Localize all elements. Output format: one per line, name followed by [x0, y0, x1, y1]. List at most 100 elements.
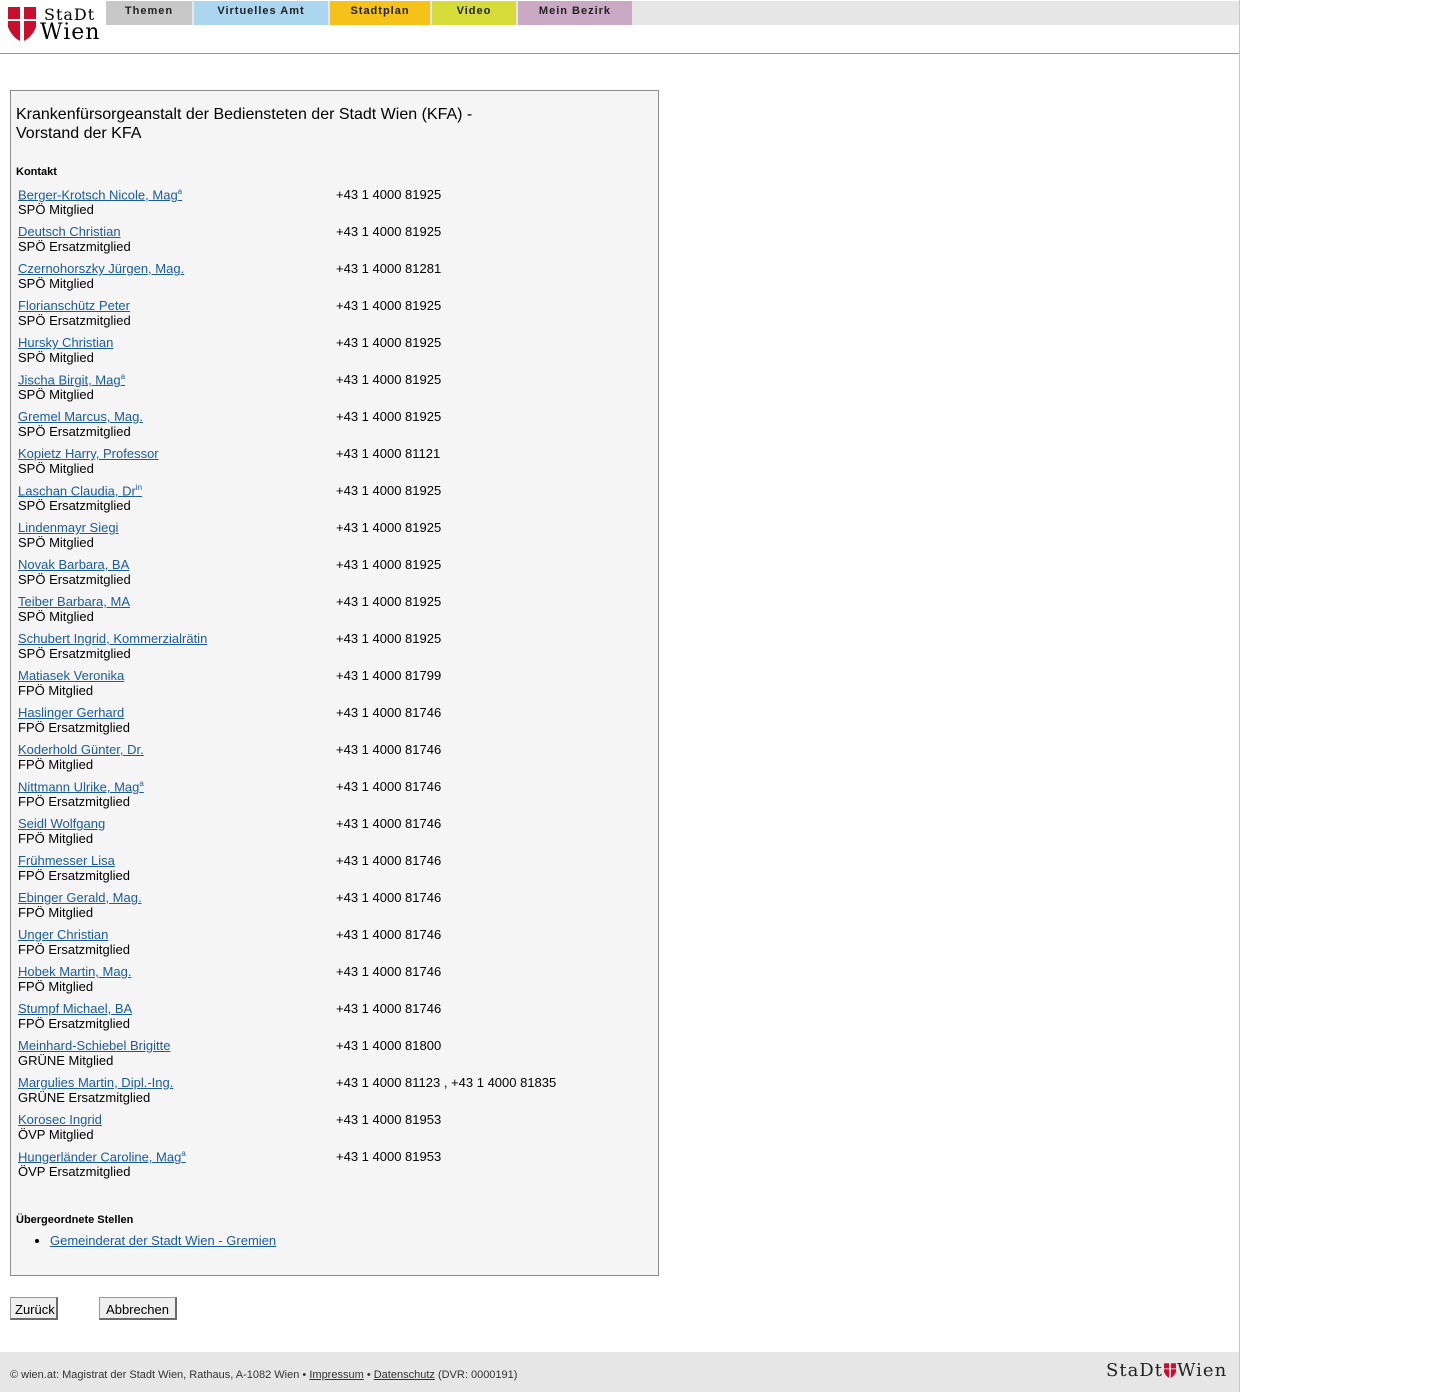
- wien-shield-icon: [8, 7, 36, 41]
- parent-units-list: Gemeinderat der Stadt Wien - Gremien: [50, 1233, 276, 1248]
- contact-name-link[interactable]: Unger Christian: [18, 927, 108, 942]
- contact-phone: +43 1 4000 81925: [336, 187, 442, 202]
- contact-name-text: Teiber Barbara, MA: [18, 594, 130, 609]
- nav-tab-stadtplan[interactable]: Stadtplan: [330, 1, 430, 25]
- contact-name-link[interactable]: Korosec Ingrid: [18, 1112, 102, 1127]
- contact-phone: +43 1 4000 81746: [336, 927, 442, 942]
- contact-name-link[interactable]: Hursky Christian: [18, 335, 113, 350]
- contact-row: Stumpf Michael, BA FPÖ Ersatzmitglied +43 …: [18, 1001, 648, 1038]
- footer-logo-wien: Wien: [1176, 1360, 1228, 1381]
- wien-shield-icon: [1163, 1363, 1176, 1378]
- contact-name-suffix: in: [135, 483, 143, 492]
- contact-row: Hungerländer Caroline, Maga ÖVP Ersatzmit…: [18, 1149, 648, 1186]
- contact-name-link[interactable]: Teiber Barbara, MA: [18, 594, 130, 609]
- nav-tab-mein-bezirk[interactable]: Mein Bezirk: [518, 1, 632, 25]
- contact-row: Koderhold Günter, Dr. FPÖ Mitglied +43 1 4…: [18, 742, 648, 779]
- contact-row: Haslinger Gerhard FPÖ Ersatzmitglied +43 1…: [18, 705, 648, 742]
- contact-row: Novak Barbara, BA SPÖ Ersatzmitglied +43 1…: [18, 557, 648, 594]
- contact-row: Frühmesser Lisa FPÖ Ersatzmitglied +43 1 4…: [18, 853, 648, 890]
- contact-name-text: Matiasek Veronika: [18, 668, 125, 683]
- nav-tab-video[interactable]: Video: [432, 1, 516, 25]
- footer-separator: •: [302, 1369, 307, 1381]
- nav-tab-virtuelles-amt[interactable]: Virtuelles Amt: [194, 1, 328, 25]
- contact-name-text: Ebinger Gerald, Mag.: [18, 890, 142, 905]
- contact-name-text: Stumpf Michael, BA: [18, 1001, 133, 1016]
- contact-role: GRÜNE Ersatzmitglied: [18, 1090, 151, 1105]
- contact-phone: +43 1 4000 81746: [336, 742, 442, 757]
- contact-name-text: Schubert Ingrid, Kommerzialrätin: [18, 631, 208, 646]
- contact-name-suffix: a: [139, 779, 144, 788]
- contact-phone: +43 1 4000 81925: [336, 409, 442, 424]
- contact-name-link[interactable]: Gremel Marcus, Mag.: [18, 409, 143, 424]
- contact-name-text: Meinhard-Schiebel Brigitte: [18, 1038, 171, 1053]
- contact-phone: +43 1 4000 81746: [336, 705, 442, 720]
- contact-name-suffix: a: [181, 1149, 186, 1158]
- contact-phone: +43 1 4000 81925: [336, 335, 442, 350]
- contact-name-link[interactable]: Meinhard-Schiebel Brigitte: [18, 1038, 170, 1053]
- contact-phone: +43 1 4000 81925: [336, 224, 442, 239]
- contact-phone: +43 1 4000 81953: [336, 1149, 442, 1164]
- contact-name-link[interactable]: Lindenmayr Siegi: [18, 520, 118, 535]
- contact-name-link[interactable]: Haslinger Gerhard: [18, 705, 124, 720]
- main-navigation: Themen Virtuelles Amt Stadtplan Video Mein B…: [106, 1, 1239, 25]
- contact-role: FPÖ Ersatzmitglied: [18, 1016, 130, 1031]
- footer-stadt-wien-logo[interactable]: StaDt Wien: [1106, 1360, 1227, 1384]
- footer-logo-stadt: StaDt: [1106, 1360, 1163, 1381]
- contact-name-link[interactable]: Seidl Wolfgang: [18, 816, 105, 831]
- contact-name-link[interactable]: Czernohorszky Jürgen, Mag.: [18, 261, 184, 276]
- contact-phone: +43 1 4000 81746: [336, 964, 442, 979]
- stadt-wien-logo[interactable]: StaDt Wien: [6, 3, 102, 47]
- datenschutz-link[interactable]: Datenschutz: [374, 1369, 435, 1381]
- contact-name-link[interactable]: Nittmann Ulrike, Maga: [18, 779, 144, 794]
- logo-wien-text: Wien: [40, 20, 101, 45]
- contact-name-text: Berger-Krotsch Nicole, Mag: [18, 187, 178, 203]
- impressum-link[interactable]: Impressum: [309, 1369, 363, 1381]
- contact-name-text: Gremel Marcus, Mag.: [18, 409, 143, 424]
- contact-row: Jischa Birgit, Maga SPÖ Mitglied +43 1 400…: [18, 372, 648, 409]
- contact-role: SPÖ Mitglied: [18, 461, 94, 476]
- contact-role: FPÖ Ersatzmitglied: [18, 868, 130, 883]
- contact-name-link[interactable]: Margulies Martin, Dipl.-Ing.: [18, 1075, 173, 1090]
- contact-phone: +43 1 4000 81800: [336, 1038, 442, 1053]
- contact-phone: +43 1 4000 81123 , +43 1 4000 81835: [336, 1075, 557, 1090]
- contact-role: SPÖ Mitglied: [18, 535, 94, 550]
- parent-unit-item: Gemeinderat der Stadt Wien - Gremien: [50, 1233, 276, 1248]
- contact-role: SPÖ Mitglied: [18, 202, 94, 217]
- contact-row: Seidl Wolfgang FPÖ Mitglied +43 1 4000 817…: [18, 816, 648, 853]
- contact-name-link[interactable]: Stumpf Michael, BA: [18, 1001, 132, 1016]
- contact-name-link[interactable]: Ebinger Gerald, Mag.: [18, 890, 142, 905]
- contact-role: FPÖ Mitglied: [18, 905, 94, 920]
- contact-name-link[interactable]: Schubert Ingrid, Kommerzialrätin: [18, 631, 207, 646]
- contact-name-link[interactable]: Florianschütz Peter: [18, 298, 130, 313]
- footer-separator: •: [366, 1369, 371, 1381]
- contact-row: Laschan Claudia, Drin SPÖ Ersatzmitglied +…: [18, 483, 648, 520]
- contact-name-text: Laschan Claudia, Dr: [18, 483, 136, 499]
- contact-phone: +43 1 4000 81925: [336, 631, 442, 646]
- contact-row: Meinhard-Schiebel Brigitte GRÜNE Mitglied…: [18, 1038, 648, 1075]
- contact-name-text: Czernohorszky Jürgen, Mag.: [18, 261, 185, 276]
- contact-role: SPÖ Mitglied: [18, 609, 94, 624]
- contact-name-link[interactable]: Jischa Birgit, Maga: [18, 372, 125, 387]
- cancel-button[interactable]: Abbrechen: [99, 1297, 177, 1320]
- contact-name-text: Jischa Birgit, Mag: [18, 372, 121, 388]
- contact-name-link[interactable]: Deutsch Christian: [18, 224, 121, 239]
- contact-name-link[interactable]: Matiasek Veronika: [18, 668, 124, 683]
- contact-name-link[interactable]: Berger-Krotsch Nicole, Maga: [18, 187, 182, 202]
- page-title: Krankenfürsorgeanstalt der Bediensteten …: [16, 106, 473, 142]
- contact-phone: +43 1 4000 81746: [336, 1001, 442, 1016]
- contact-name-text: Deutsch Christian: [18, 224, 121, 239]
- parent-unit-link[interactable]: Gemeinderat der Stadt Wien - Gremien: [50, 1233, 276, 1248]
- contact-row: Unger Christian FPÖ Ersatzmitglied +43 1 4…: [18, 927, 648, 964]
- contact-role: FPÖ Mitglied: [18, 757, 94, 772]
- contact-name-link[interactable]: Kopietz Harry, Professor: [18, 446, 159, 461]
- back-button[interactable]: Zurück: [10, 1297, 58, 1320]
- contact-name-link[interactable]: Hobek Martin, Mag.: [18, 964, 131, 979]
- contact-name-link[interactable]: Laschan Claudia, Drin: [18, 483, 142, 498]
- contact-phone: +43 1 4000 81799: [336, 668, 442, 683]
- nav-tab-themen[interactable]: Themen: [106, 1, 192, 25]
- contact-name-link[interactable]: Frühmesser Lisa: [18, 853, 115, 868]
- contact-name-link[interactable]: Novak Barbara, BA: [18, 557, 129, 572]
- contact-name-link[interactable]: Hungerländer Caroline, Maga: [18, 1149, 186, 1164]
- contact-name-link[interactable]: Koderhold Günter, Dr.: [18, 742, 144, 757]
- contact-role: ÖVP Ersatzmitglied: [18, 1164, 131, 1179]
